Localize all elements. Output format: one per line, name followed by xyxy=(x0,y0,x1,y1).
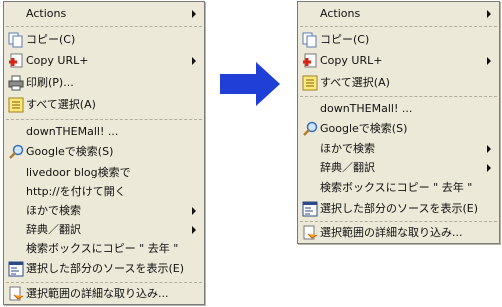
submenu-arrow-icon xyxy=(487,10,491,18)
submenu-arrow-icon xyxy=(487,57,491,65)
menu-item-select-all[interactable]: すべて選択(A) xyxy=(4,95,204,115)
menu-item-copy[interactable]: コピー(C) xyxy=(298,30,499,50)
menu-separator xyxy=(6,26,202,27)
menu-separator xyxy=(6,119,202,120)
magnifier-icon xyxy=(302,121,318,137)
menu-item-open-http[interactable]: http://を付けて開く xyxy=(4,182,204,202)
menu-item-dictionary[interactable]: 辞典／翻訳 xyxy=(4,220,204,240)
menu-item-dictionary[interactable]: 辞典／翻訳 xyxy=(298,158,499,178)
submenu-arrow-icon xyxy=(192,10,196,18)
menu-item-google-search[interactable]: Googleで検索(S) xyxy=(298,119,499,139)
submenu-arrow-icon xyxy=(487,145,491,153)
menu-separator xyxy=(300,96,497,97)
menu-item-view-source[interactable]: 選択した部分のソースを表示(E) xyxy=(298,199,499,219)
menu-item-actions[interactable]: Actions xyxy=(4,4,204,24)
menu-separator xyxy=(6,282,202,283)
menu-item-view-source[interactable]: 選択した部分のソースを表示(E) xyxy=(4,259,204,279)
capture-icon xyxy=(8,286,24,302)
submenu-arrow-icon xyxy=(487,164,491,172)
copy-icon xyxy=(302,32,318,48)
menu-item-select-all[interactable]: すべて選択(A) xyxy=(298,73,499,93)
select-all-icon xyxy=(302,75,318,91)
menu-item-capture-selection[interactable]: 選択範囲の詳細な取り込み... xyxy=(4,284,204,304)
menu-separator xyxy=(300,221,497,222)
menu-item-copy-to-searchbox[interactable]: 検索ボックスにコピー " 去年 " xyxy=(298,178,499,198)
view-source-icon xyxy=(8,261,24,277)
submenu-arrow-icon xyxy=(192,226,196,234)
context-menu-before: Actions コピー(C) Copy URL+ 印刷(P)... すべて選択(… xyxy=(3,1,205,305)
menu-item-copy[interactable]: コピー(C) xyxy=(4,30,204,50)
menu-item-actions[interactable]: Actions xyxy=(298,4,499,24)
capture-icon xyxy=(302,225,318,241)
submenu-arrow-icon xyxy=(192,207,196,215)
submenu-arrow-icon xyxy=(192,57,196,65)
menu-item-downthemall[interactable]: downTHEMall! ... xyxy=(298,99,499,119)
copy-url-icon xyxy=(8,53,24,69)
menu-item-copy-url[interactable]: Copy URL+ xyxy=(298,51,499,71)
menu-item-print[interactable]: 印刷(P)... xyxy=(4,73,204,93)
menu-separator xyxy=(300,26,497,27)
menu-item-other-search[interactable]: ほかで検索 xyxy=(4,201,204,221)
transition-arrow-icon xyxy=(220,62,280,106)
select-all-icon xyxy=(8,97,24,113)
menu-item-other-search[interactable]: ほかで検索 xyxy=(298,139,499,159)
menu-item-copy-url[interactable]: Copy URL+ xyxy=(4,51,204,71)
menu-item-capture-selection[interactable]: 選択範囲の詳細な取り込み... xyxy=(298,223,499,243)
view-source-icon xyxy=(302,201,318,217)
menu-item-livedoor-search[interactable]: livedoor blog検索で xyxy=(4,163,204,183)
magnifier-icon xyxy=(8,144,24,160)
context-menu-after: Actions コピー(C) Copy URL+ すべて選択(A) downTH… xyxy=(297,1,500,244)
copy-url-icon xyxy=(302,53,318,69)
menu-item-copy-to-searchbox[interactable]: 検索ボックスにコピー " 去年 " xyxy=(4,239,204,259)
print-icon xyxy=(8,75,24,91)
menu-item-downthemall[interactable]: downTHEMall! ... xyxy=(4,122,204,142)
menu-item-google-search[interactable]: Googleで検索(S) xyxy=(4,142,204,162)
copy-icon xyxy=(8,32,24,48)
